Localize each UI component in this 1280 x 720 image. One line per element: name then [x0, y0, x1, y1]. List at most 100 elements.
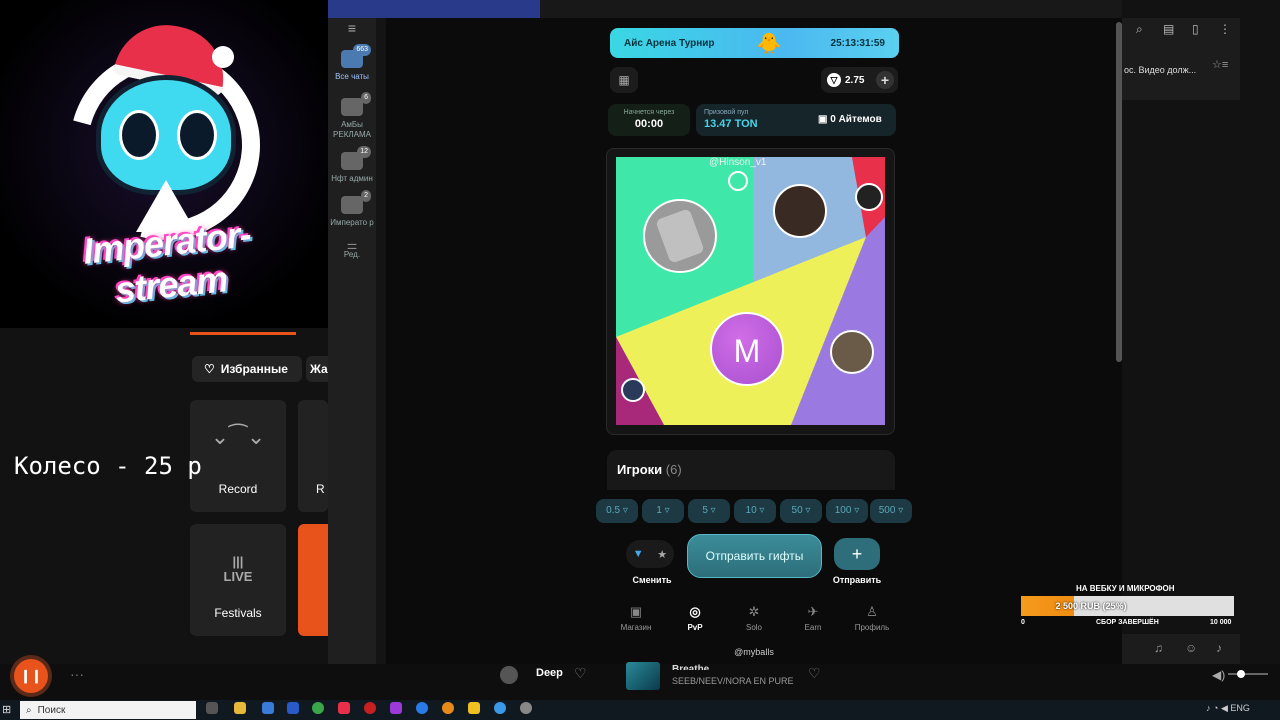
more-options-icon[interactable]: ···	[70, 666, 84, 682]
ton-icon: ▽	[827, 73, 841, 87]
pause-button[interactable]: ❙❙	[14, 659, 48, 693]
nav-pvp[interactable]: ◎ PvP	[665, 604, 725, 632]
calendar-button[interactable]: ▦	[610, 67, 638, 93]
nav-shop[interactable]: ▣ Магазин	[606, 604, 666, 632]
folder-icon: 6	[341, 92, 371, 116]
task-view-icon[interactable]	[206, 702, 218, 714]
active-tab-indicator	[190, 332, 296, 335]
player-avatar-3[interactable]	[855, 183, 883, 211]
player-avatar-center[interactable]: M	[710, 312, 784, 386]
current-track-name: Deep	[536, 667, 563, 679]
pinned-list-icon[interactable]: ☆≡	[1212, 58, 1228, 71]
station-card-record[interactable]: ⌄⁀⌄ Record	[190, 400, 286, 512]
windows-start-icon[interactable]: ⊞	[2, 703, 11, 716]
bet-chip[interactable]: 50 ▿	[780, 499, 822, 523]
mic-icon[interactable]: ♪	[1206, 703, 1211, 713]
bet-chip[interactable]: 0.5 ▿	[596, 499, 638, 523]
like-icon[interactable]: ♡	[808, 665, 821, 682]
favorites-button[interactable]: ♡ Избранные	[192, 356, 302, 382]
menu-icon[interactable]: ≡	[328, 20, 376, 36]
donation-progress-text: 2 500 RUB (25%)	[1055, 601, 1127, 611]
search-icon[interactable]: ⌕	[1136, 22, 1143, 37]
pinned-message-preview[interactable]: ос. Видео долж...	[1124, 65, 1196, 75]
obs-icon[interactable]	[520, 702, 532, 714]
player-avatar-4[interactable]	[830, 330, 874, 374]
right-eye	[177, 110, 217, 160]
folder-nft[interactable]: 12 Нфт админ	[328, 146, 376, 184]
outlook-icon[interactable]	[287, 702, 299, 714]
tournament-timer: 25:13:31:59	[830, 37, 885, 49]
favorites-label: Избранные	[220, 362, 288, 376]
volume-track[interactable]	[1228, 673, 1268, 675]
next-track-title: Breathe	[672, 664, 710, 670]
left-eye	[119, 110, 159, 160]
pvp-icon: ◎	[689, 604, 701, 619]
sidebar-toggle-icon[interactable]: ▯	[1192, 22, 1199, 36]
add-balance-button[interactable]: +	[876, 71, 894, 89]
yandex-icon[interactable]	[338, 702, 350, 714]
send-label: Отправить	[832, 575, 882, 585]
folder-icon: 12	[341, 146, 371, 170]
microphone-icon[interactable]: ♪	[1216, 641, 1222, 655]
wifi-icon[interactable]: ◔	[1213, 703, 1218, 713]
folder-imperator[interactable]: 2 Императо р	[328, 190, 376, 228]
alien-face-icon	[96, 75, 236, 195]
search-icon: ⌕	[26, 704, 32, 716]
tournament-banner[interactable]: Айс Арена Турнир 25:13:31:59	[610, 28, 899, 58]
nav-profile[interactable]: ♙ Профиль	[842, 604, 902, 632]
app-icon-orange[interactable]	[442, 702, 454, 714]
bell-icon[interactable]: ♫	[1154, 641, 1163, 655]
folder-edit[interactable]: ⚌ Ред.	[328, 239, 376, 260]
stream-logo: Imperator-stream	[0, 0, 328, 328]
telegram-top-accent	[328, 0, 540, 18]
telegram-folder-sidebar: ≡ 663 Все чаты 6 АмБы РЕКЛАМА 12 Нфт адм…	[328, 18, 376, 664]
tournament-title: Айс Арена Турнир	[624, 37, 715, 49]
chat-list-strip	[376, 18, 386, 664]
heart-icon: ♡	[204, 362, 215, 376]
app-icon-blue[interactable]	[416, 702, 428, 714]
emoji-icon[interactable]: ☺	[1185, 641, 1197, 655]
player-avatar-5[interactable]	[621, 378, 645, 402]
comments-icon[interactable]: ▤	[1163, 22, 1174, 36]
station-card-partial[interactable]: R	[298, 400, 328, 512]
taskbar-search[interactable]: ⌕ Поиск	[20, 701, 196, 719]
send-gifts-button[interactable]: Отправить гифты	[687, 534, 822, 578]
chats-icon: 663	[341, 44, 371, 68]
yandex-browser-icon[interactable]	[468, 702, 480, 714]
file-explorer-icon[interactable]	[234, 702, 246, 714]
bet-chip[interactable]: 100 ▿	[826, 499, 868, 523]
swap-currency-button[interactable]: ▼ ★	[626, 540, 674, 568]
balance-widget: ▽ 2.75 +	[821, 67, 898, 93]
volume-tray-icon[interactable]: ◀	[1221, 703, 1228, 713]
more-vertical-icon[interactable]: ⋮	[1219, 22, 1231, 36]
bet-chip[interactable]: 5 ▿	[688, 499, 730, 523]
folder-all-chats[interactable]: 663 Все чаты	[328, 44, 376, 82]
genre-button[interactable]: Жа	[306, 356, 328, 382]
station-card-festivals[interactable]: ||| LIVE Festivals	[190, 524, 286, 636]
send-button[interactable]: +	[834, 538, 880, 570]
like-icon[interactable]: ♡	[574, 665, 587, 682]
nav-solo[interactable]: ✲ Solo	[724, 604, 784, 632]
solo-icon: ✲	[748, 604, 760, 619]
swap-label: Сменить	[632, 575, 672, 585]
balance-value: 2.75	[845, 74, 865, 86]
chat-input-bar	[1122, 634, 1240, 664]
starts-in-box: Начнется через 00:00	[608, 104, 690, 136]
telegram-icon[interactable]	[494, 702, 506, 714]
language-indicator[interactable]: ENG	[1230, 703, 1250, 713]
bet-chip[interactable]: 1 ▿	[642, 499, 684, 523]
app-icon-purple[interactable]	[390, 702, 402, 714]
board-player-handle: @Hinson_v1	[709, 157, 767, 168]
player-avatar-2[interactable]	[773, 184, 827, 238]
donation-min: 0	[1021, 619, 1025, 626]
folder-ads[interactable]: 6 АмБы РЕКЛАМА	[328, 92, 376, 140]
volume-icon[interactable]: ◀)	[1212, 668, 1225, 682]
opera-icon[interactable]	[364, 702, 376, 714]
bet-chip[interactable]: 10 ▿	[734, 499, 776, 523]
bet-chip[interactable]: 500 ▿	[870, 499, 912, 523]
station-card-orange[interactable]	[298, 524, 328, 636]
nav-earn[interactable]: ✈ Earn	[783, 604, 843, 632]
chrome-icon[interactable]	[312, 702, 324, 714]
volume-slider-thumb[interactable]	[1237, 670, 1245, 678]
app-icon[interactable]	[262, 702, 274, 714]
